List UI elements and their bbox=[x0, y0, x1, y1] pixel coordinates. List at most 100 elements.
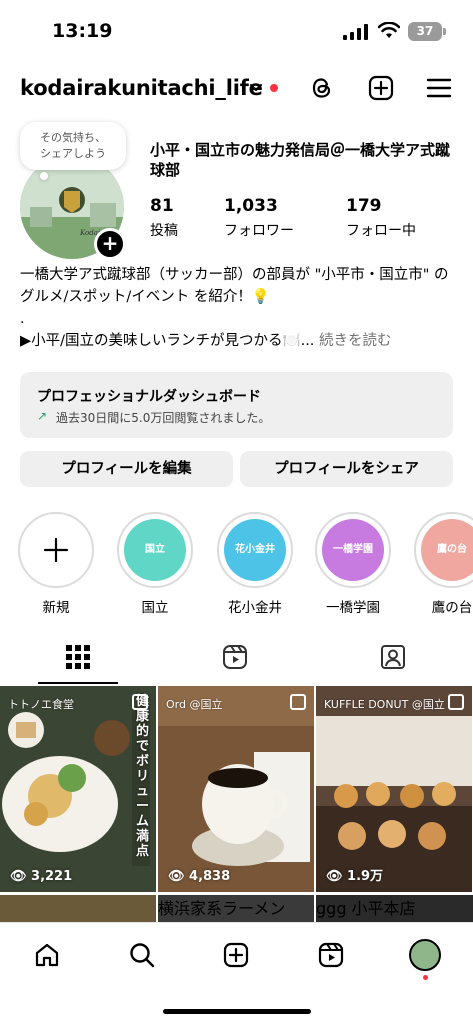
tab-tagged[interactable] bbox=[316, 640, 473, 686]
bio-line1: 一橋大学ア式蹴球部（サッカー部）の部員が "小平市・国立市" の グルメ/スポッ… bbox=[20, 267, 449, 305]
stat-followers[interactable]: 1,033 フォロワー bbox=[224, 196, 294, 240]
post-caption: トトノエ食堂 bbox=[8, 698, 74, 711]
bottom-navigation bbox=[0, 922, 473, 1024]
post-tile[interactable]: Ord @国立 👁 4,838 bbox=[158, 686, 314, 892]
create-plus-icon[interactable] bbox=[367, 74, 395, 102]
highlight-ring: 一橋学園 bbox=[315, 512, 391, 588]
post-view-count-wrap: 👁 4,838 bbox=[168, 869, 231, 884]
grid-icon bbox=[66, 645, 90, 669]
new-post-icon[interactable] bbox=[222, 941, 250, 969]
tab-reels[interactable] bbox=[158, 640, 315, 686]
post-tile[interactable]: KUFFLE DONUT @国立 👁 1.9万 bbox=[316, 686, 472, 892]
profile-header: kodairakunitachi_life bbox=[0, 68, 473, 108]
menu-icon[interactable] bbox=[425, 74, 453, 102]
threads-icon[interactable] bbox=[308, 74, 336, 102]
stat-posts-label: 投稿 bbox=[150, 223, 178, 239]
share-profile-button[interactable]: プロフィールをシェア bbox=[240, 451, 453, 487]
post-caption: Ord @国立 bbox=[166, 698, 223, 711]
post-view-count: 4,838 bbox=[189, 869, 231, 884]
professional-dashboard[interactable]: プロフェッショナルダッシュボード ↗ 過去30日間に5.0万回閲覧されました。 bbox=[20, 372, 453, 438]
highlight-ring: 鷹の台 bbox=[414, 512, 473, 588]
plus-icon bbox=[43, 537, 69, 563]
active-tab-indicator bbox=[38, 682, 118, 684]
carousel-icon bbox=[132, 694, 148, 710]
carousel-icon bbox=[290, 694, 306, 710]
highlight-new[interactable]: 新規 bbox=[17, 512, 95, 616]
bio-line2: . bbox=[20, 311, 25, 327]
post-tile-partial[interactable]: 横浜家系ラーメン bbox=[158, 895, 314, 922]
reels-icon bbox=[223, 645, 247, 669]
highlight-ring: 花小金井 bbox=[217, 512, 293, 588]
search-icon[interactable] bbox=[128, 941, 156, 969]
dashboard-subtitle: 過去30日間に5.0万回閲覧されました。 bbox=[56, 411, 271, 425]
post-view-count: 3,221 bbox=[31, 869, 73, 884]
carousel-icon bbox=[448, 694, 464, 710]
highlight-label: 花小金井 bbox=[228, 600, 282, 616]
profile-tabs bbox=[0, 640, 473, 686]
post-view-count-wrap: 👁 1.9万 bbox=[326, 869, 384, 884]
highlight-kunitachi[interactable]: 国立 国立 bbox=[116, 512, 194, 616]
battery-tip bbox=[443, 28, 446, 35]
chevron-down-icon[interactable] bbox=[249, 82, 263, 94]
highlight-cover: 一橋学園 bbox=[322, 519, 384, 581]
highlight-hitotsubashi-gakuen[interactable]: 一橋学園 一橋学園 bbox=[314, 512, 392, 616]
post-tile-partial[interactable]: ggg 小平本店 bbox=[316, 895, 473, 922]
dashboard-title: プロフェッショナルダッシュボード bbox=[37, 389, 261, 405]
status-time: 13:19 bbox=[52, 20, 113, 42]
stat-following-count: 179 bbox=[346, 196, 382, 216]
trend-up-icon: ↗ bbox=[37, 409, 48, 423]
bio-line3: ▶小平/国立の美味しいランチが見つかる🍽️... bbox=[20, 333, 315, 349]
highlight-label: 国立 bbox=[141, 600, 169, 616]
post-caption: 横浜家系ラーメン bbox=[158, 899, 286, 918]
wifi-icon bbox=[378, 22, 400, 38]
highlight-hanakoganei[interactable]: 花小金井 花小金井 bbox=[216, 512, 294, 616]
post-view-count: 1.9万 bbox=[347, 869, 384, 884]
post-image bbox=[316, 686, 472, 892]
edit-profile-button[interactable]: プロフィールを編集 bbox=[20, 451, 233, 487]
post-image bbox=[0, 686, 156, 892]
note-text-line1: その気持ち、 bbox=[40, 131, 106, 144]
account-notification-dot bbox=[270, 84, 278, 92]
bio-more-link[interactable]: 続きを読む bbox=[319, 333, 392, 349]
highlight-cover: 鷹の台 bbox=[421, 519, 473, 581]
profile-nav-avatar[interactable] bbox=[409, 939, 441, 971]
profile-bio: 一橋大学ア式蹴球部（サッカー部）の部員が "小平市・国立市" の グルメ/スポッ… bbox=[20, 264, 460, 352]
add-story-button[interactable]: + bbox=[94, 228, 126, 260]
posts-grid: トトノエ食堂 健康的でボリューム満点 👁 3,221 Ord @国立 👁 4,8… bbox=[0, 686, 473, 922]
stat-posts-count: 81 bbox=[150, 196, 174, 216]
post-view-count-wrap: 👁 3,221 bbox=[10, 869, 73, 884]
status-bar: 13:19 37 bbox=[0, 0, 473, 60]
stat-following-label: フォロー中 bbox=[346, 223, 416, 239]
post-caption: ggg 小平本店 bbox=[316, 899, 416, 918]
highlight-ring: 国立 bbox=[117, 512, 193, 588]
username-switcher[interactable]: kodairakunitachi_life bbox=[20, 76, 263, 100]
display-name: 小平・国立市の魅力発信局＠一橋大学ア式蹴球部 bbox=[150, 141, 451, 179]
bio-line3-wrap: ▶小平/国立の美味しいランチが見つかる🍽️... 続きを読む bbox=[20, 330, 460, 352]
stat-posts[interactable]: 81 投稿 bbox=[150, 196, 178, 240]
home-icon[interactable] bbox=[33, 941, 61, 969]
note-bubble-tail bbox=[40, 172, 48, 180]
stat-followers-count: 1,033 bbox=[224, 196, 278, 216]
post-tile[interactable]: トトノエ食堂 健康的でボリューム満点 👁 3,221 bbox=[0, 686, 156, 892]
highlight-takanodai[interactable]: 鷹の台 鷹の台 bbox=[413, 512, 473, 616]
tagged-person-icon bbox=[381, 645, 405, 669]
note-bubble[interactable]: その気持ち、 シェアしよう bbox=[20, 122, 126, 170]
stat-following[interactable]: 179 フォロー中 bbox=[346, 196, 416, 240]
tab-posts-grid[interactable] bbox=[0, 640, 157, 686]
post-tile-partial[interactable] bbox=[0, 895, 156, 922]
post-image bbox=[158, 686, 314, 892]
profile-nav-notification-dot bbox=[423, 975, 428, 980]
highlight-cover: 国立 bbox=[124, 519, 186, 581]
cellular-signal-icon bbox=[343, 24, 368, 40]
post-side-text: 健康的でボリューム満点 bbox=[136, 694, 150, 859]
highlight-label: 一橋学園 bbox=[326, 600, 380, 616]
reels-nav-icon[interactable] bbox=[317, 941, 345, 969]
battery-indicator: 37 bbox=[408, 22, 442, 41]
highlight-label: 鷹の台 bbox=[431, 600, 473, 616]
stat-followers-label: フォロワー bbox=[224, 223, 294, 239]
post-caption: KUFFLE DONUT @国立 bbox=[324, 698, 445, 711]
highlight-cover: 花小金井 bbox=[224, 519, 286, 581]
home-indicator bbox=[163, 1009, 311, 1014]
highlight-new-ring bbox=[18, 512, 94, 588]
highlight-label: 新規 bbox=[42, 600, 70, 616]
